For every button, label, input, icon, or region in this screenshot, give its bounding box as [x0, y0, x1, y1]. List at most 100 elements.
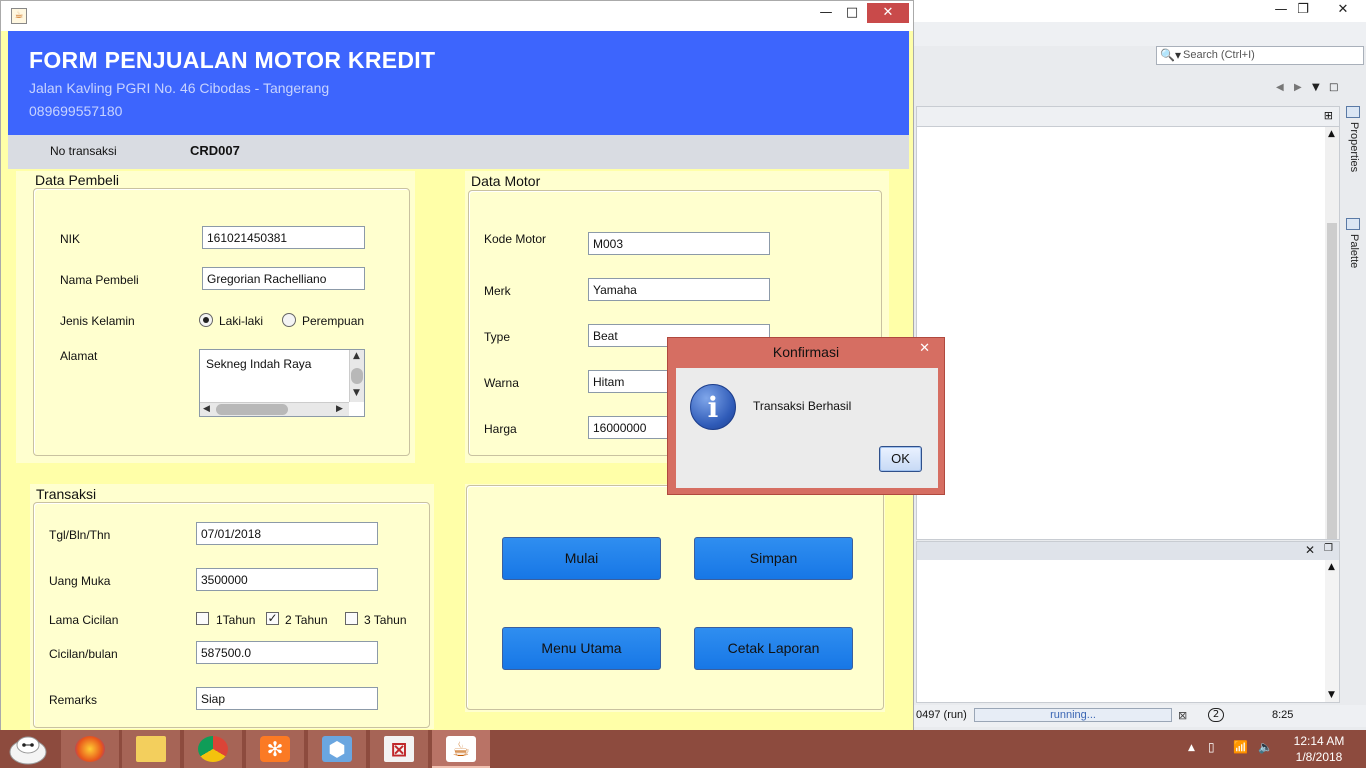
- progress-bar[interactable]: running...: [974, 708, 1172, 722]
- scroll-left-icon[interactable]: ◀: [203, 404, 210, 414]
- ide-editor-pane[interactable]: ⊞ ▲: [916, 106, 1340, 540]
- scroll-up-icon[interactable]: ▲: [1328, 129, 1335, 139]
- period-2-year-label[interactable]: 2 Tahun: [285, 613, 328, 627]
- nav-back-icon[interactable]: ◀: [1276, 82, 1284, 93]
- taskbar: ✻ ⬢ ⊠ ☕ ▲ ▯ 📶 🔈 12:14 AM 1/8/2018: [0, 730, 1366, 768]
- start-button[interactable]: [6, 732, 50, 766]
- java-icon: ☕: [446, 736, 476, 762]
- scroll-up-icon[interactable]: ▲: [353, 351, 360, 361]
- address-vertical-scrollbar[interactable]: ▲ ▼: [349, 350, 364, 402]
- ide-status-bar: 0497 (run) running... ⊠ 2 8:25: [914, 705, 1366, 727]
- chrome-taskbar-button[interactable]: [184, 730, 242, 768]
- address-textarea[interactable]: Sekneg Indah Raya ▲ ▼ ◀ ▶: [199, 349, 365, 417]
- properties-tab[interactable]: Properties: [1348, 122, 1360, 172]
- gender-male-label[interactable]: Laki-laki: [219, 314, 263, 328]
- ide-editor-scroll-thumb[interactable]: [1327, 223, 1337, 539]
- firefox-taskbar-button[interactable]: [61, 730, 119, 768]
- form-title: FORM PENJUALAN MOTOR KREDIT: [29, 47, 436, 73]
- scroll-down-icon[interactable]: ▼: [353, 388, 360, 398]
- transaction-panel: Transaksi Tgl/Bln/Thn 07/01/2018 Uang Mu…: [30, 484, 434, 729]
- period-3-year-checkbox[interactable]: [345, 612, 358, 625]
- file-explorer-taskbar-button[interactable]: [122, 730, 180, 768]
- output-close-icon[interactable]: ✕: [1305, 543, 1315, 557]
- gender-female-radio[interactable]: [282, 313, 296, 327]
- period-2-year-checkbox[interactable]: ✓: [266, 612, 279, 625]
- period-1-year-checkbox[interactable]: [196, 612, 209, 625]
- ide-restore-button[interactable]: ❐: [1288, 2, 1318, 20]
- java-app-icon: ☕: [11, 8, 27, 24]
- virtualbox-taskbar-button[interactable]: ⬢: [308, 730, 366, 768]
- gender-female-label[interactable]: Perempuan: [302, 314, 364, 328]
- installment-period-label: Lama Cicilan: [49, 613, 119, 627]
- color-label: Warna: [484, 376, 519, 390]
- ide-output-scrollbar[interactable]: ▲ ▼: [1325, 560, 1339, 702]
- gender-male-radio[interactable]: [199, 313, 213, 327]
- address-vscroll-thumb[interactable]: [351, 368, 363, 384]
- search-icon: 🔍▾: [1160, 48, 1181, 62]
- store-phone: 089699557180: [29, 103, 123, 119]
- date-field[interactable]: 07/01/2018: [196, 522, 378, 545]
- address-hscroll-thumb[interactable]: [216, 404, 288, 415]
- address-text[interactable]: Sekneg Indah Raya: [206, 357, 311, 371]
- dialog-message: Transaksi Berhasil: [753, 399, 852, 413]
- period-1-year-label[interactable]: 1Tahun: [216, 613, 255, 627]
- notifications-badge[interactable]: 2: [1208, 708, 1224, 722]
- store-address: Jalan Kavling PGRI No. 46 Cibodas - Tang…: [29, 80, 330, 96]
- java-taskbar-button[interactable]: ☕: [432, 730, 490, 768]
- output-scroll-down-icon[interactable]: ▼: [1328, 690, 1335, 700]
- nav-forward-icon[interactable]: ▶: [1294, 82, 1302, 93]
- output-scroll-up-icon[interactable]: ▲: [1328, 562, 1335, 572]
- buyer-name-field[interactable]: Gregorian Rachelliano: [202, 267, 365, 290]
- ok-button[interactable]: OK: [879, 446, 922, 472]
- brand-field[interactable]: Yamaha: [588, 278, 770, 301]
- actions-groupbox: [466, 485, 884, 710]
- palette-tab[interactable]: Palette: [1348, 234, 1360, 268]
- network-icon[interactable]: 📶: [1233, 740, 1248, 754]
- nav-dropdown-icon[interactable]: ▼: [1312, 82, 1320, 93]
- folder-icon: [136, 736, 166, 762]
- monthly-installment-field[interactable]: 587500.0: [196, 641, 378, 664]
- tray-overflow-icon[interactable]: ▲: [1188, 743, 1195, 753]
- period-3-year-label[interactable]: 3 Tahun: [364, 613, 407, 627]
- price-label: Harga: [484, 422, 517, 436]
- nik-label: NIK: [60, 232, 81, 246]
- report-tool-taskbar-button[interactable]: ⊠: [370, 730, 428, 768]
- ide-output-pane[interactable]: ✕ ❐ ▲ ▼: [916, 541, 1340, 703]
- nik-field[interactable]: 161021450381: [202, 226, 365, 249]
- actions-panel: Mulai Simpan Menu Utama Cetak Laporan: [465, 484, 885, 712]
- cube-icon: ⬢: [322, 736, 352, 762]
- minimize-button[interactable]: —: [815, 3, 837, 23]
- ide-close-button[interactable]: ✕: [1328, 2, 1358, 20]
- split-icon[interactable]: ⊞: [1324, 109, 1333, 122]
- ide-toolbar: 🔍▾ Search (Ctrl+I): [914, 22, 1366, 65]
- down-payment-field[interactable]: 3500000: [196, 568, 378, 591]
- maximize-editor-icon[interactable]: □: [1329, 82, 1338, 93]
- palette-icon[interactable]: [1346, 218, 1360, 230]
- print-report-button[interactable]: Cetak Laporan: [694, 627, 853, 670]
- device-icon[interactable]: ▯: [1208, 740, 1215, 754]
- address-horizontal-scrollbar[interactable]: ◀ ▶: [200, 402, 349, 416]
- output-restore-icon[interactable]: ❐: [1324, 543, 1333, 554]
- maximize-button[interactable]: □: [841, 3, 863, 23]
- clock-date: 1/8/2018: [1295, 750, 1343, 764]
- down-payment-label: Uang Muka: [49, 574, 111, 588]
- chrome-icon: [198, 736, 228, 762]
- running-process-label[interactable]: 0497 (run): [916, 709, 967, 721]
- taskbar-clock[interactable]: 12:14 AM 1/8/2018: [1282, 733, 1356, 765]
- properties-icon[interactable]: [1346, 106, 1360, 118]
- ide-search-input[interactable]: 🔍▾ Search (Ctrl+I): [1156, 46, 1364, 65]
- motor-code-field[interactable]: M003: [588, 232, 770, 255]
- save-button[interactable]: Simpan: [694, 537, 853, 580]
- caret-position: 8:25: [1272, 709, 1294, 721]
- remarks-field[interactable]: Siap: [196, 687, 378, 710]
- dialog-body: i Transaksi Berhasil OK: [676, 368, 938, 488]
- start-button[interactable]: Mulai: [502, 537, 661, 580]
- dialog-close-icon[interactable]: ✕: [919, 341, 930, 356]
- stop-process-icon[interactable]: ⊠: [1178, 709, 1187, 722]
- close-button[interactable]: ✕: [867, 3, 909, 23]
- main-menu-button[interactable]: Menu Utama: [502, 627, 661, 670]
- scroll-right-icon[interactable]: ▶: [336, 404, 343, 414]
- volume-icon[interactable]: 🔈: [1258, 740, 1273, 754]
- ide-editor-scrollbar[interactable]: ▲: [1325, 127, 1339, 539]
- xampp-taskbar-button[interactable]: ✻: [246, 730, 304, 768]
